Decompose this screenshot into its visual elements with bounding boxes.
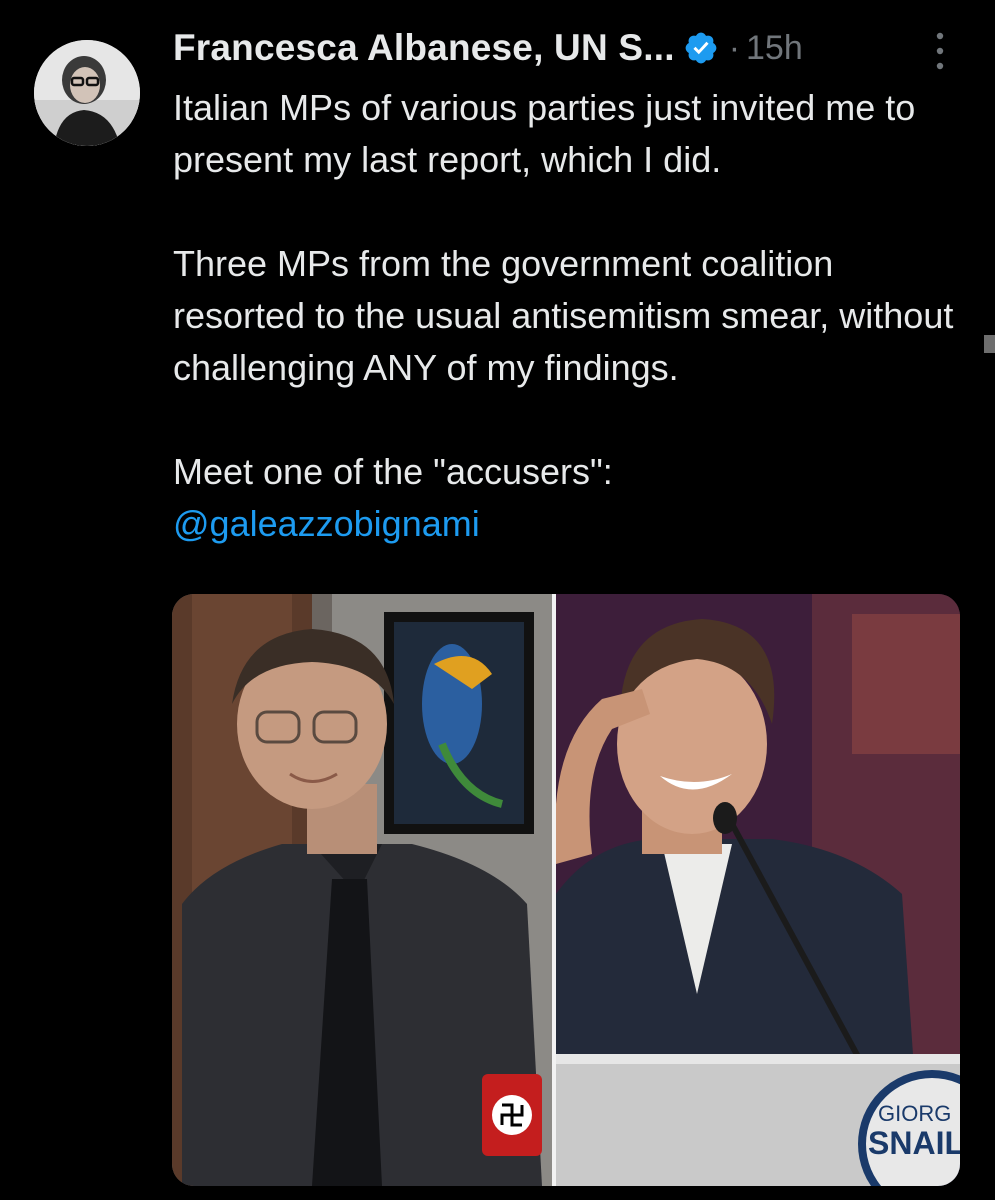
scrollbar-thumb[interactable]	[984, 335, 995, 353]
separator-dot: ·	[728, 28, 741, 67]
tweet-paragraph: Three MPs from the government coalition …	[173, 243, 954, 388]
avatar[interactable]	[34, 40, 140, 146]
podium-sign-line: GIORG	[878, 1101, 951, 1126]
podium-sign-line: SNAIL	[868, 1125, 960, 1161]
avatar-image	[34, 40, 140, 146]
media-photo: GIORG SNAIL	[172, 594, 960, 1186]
tweet-paragraph: Meet one of the "accusers":	[173, 451, 613, 492]
tweet-paragraph: Italian MPs of various parties just invi…	[173, 87, 916, 180]
tweet-header: Francesca Albanese, UN S... · 15h	[173, 24, 803, 72]
tweet-media-image[interactable]: GIORG SNAIL	[172, 594, 960, 1186]
tweet-text: Italian MPs of various parties just invi…	[173, 82, 973, 550]
timestamp[interactable]: 15h	[746, 29, 803, 68]
mention-link[interactable]: @galeazzobignami	[173, 503, 480, 544]
verified-badge-icon	[683, 30, 719, 66]
author-name[interactable]: Francesca Albanese, UN S...	[173, 27, 675, 69]
more-vertical-icon[interactable]	[930, 30, 950, 72]
tweet[interactable]: Francesca Albanese, UN S... · 15h Italia…	[0, 0, 995, 1200]
